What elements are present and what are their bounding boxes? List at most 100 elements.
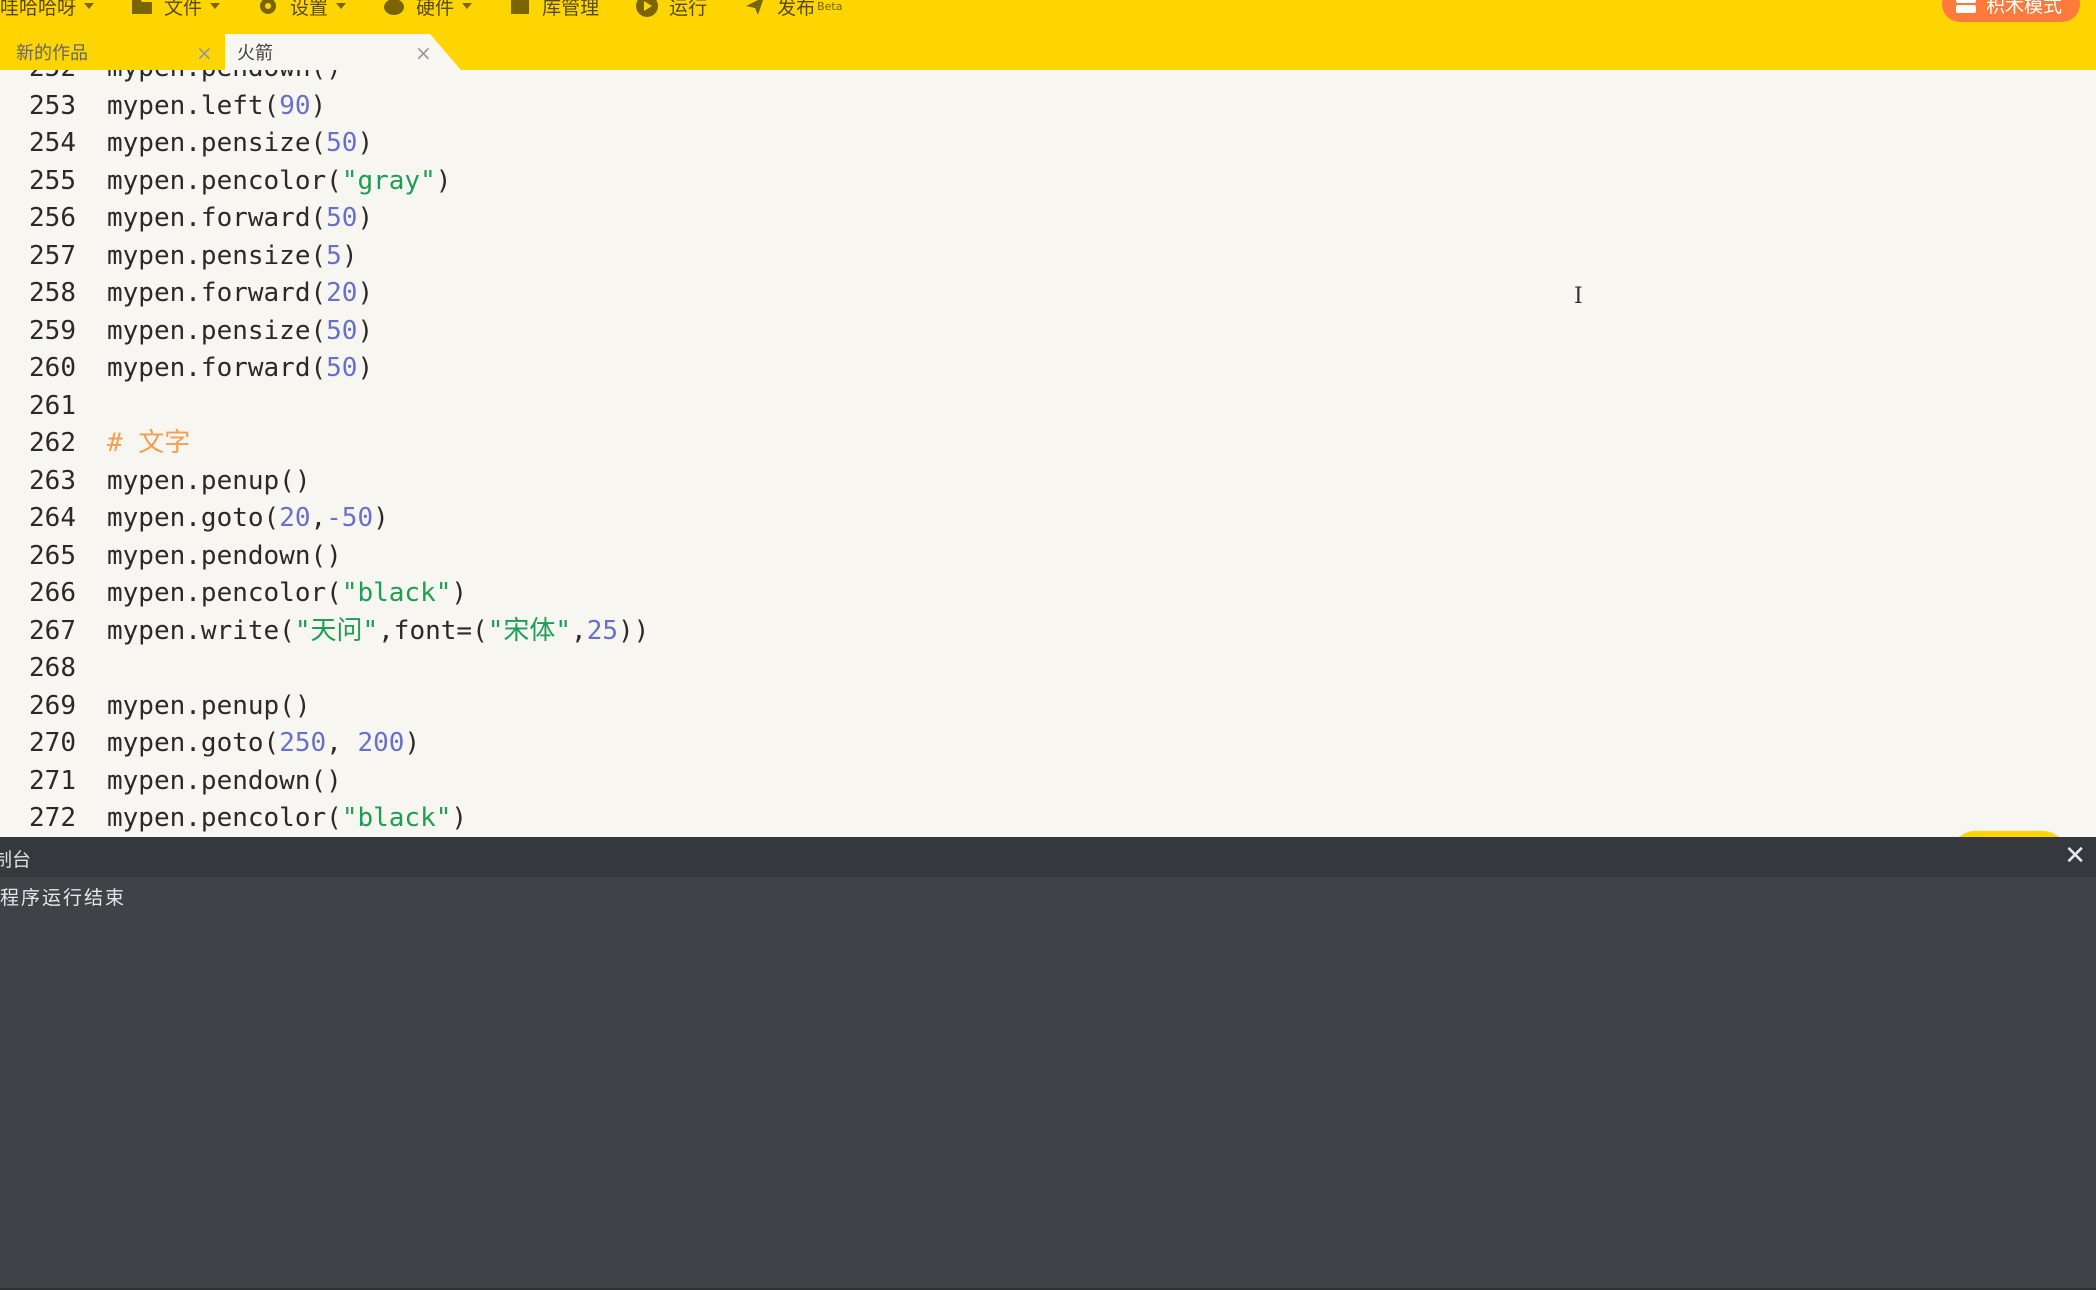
code-token: mypen.penup() [107, 690, 311, 721]
code-token: "black" [341, 578, 452, 608]
code-text: mypen.pencolor("gray") [107, 163, 451, 201]
code-token: , [326, 728, 358, 758]
library-icon [511, 0, 530, 14]
code-token: mypen.pendown() [107, 70, 342, 83]
chevron-down-icon [462, 3, 473, 9]
code-token: "天问" [294, 615, 379, 646]
code-line[interactable]: 263 mypen.penup() [0, 463, 2096, 501]
code-token: mypen.forward( [107, 203, 327, 233]
menu-user-label: 哇哈哈呀 [0, 0, 77, 19]
code-line[interactable]: 270 mypen.goto(250, 200) [0, 725, 2096, 763]
code-lines: 252mypen.pendown()253mypen.left(90)254my… [0, 70, 2096, 837]
line-number: 263 [29, 465, 76, 496]
file-tab-bar: 新的作品 × 火箭 × [0, 34, 700, 70]
block-mode-button[interactable]: 积木模式 [1941, 0, 2080, 22]
tab-new-work[interactable]: 新的作品 × [0, 34, 225, 70]
line-number: 252 [0, 70, 107, 88]
code-line[interactable]: 261 [0, 388, 2096, 426]
code-line[interactable]: 262 # 文字 [0, 425, 2096, 463]
chevron-down-icon [84, 3, 95, 9]
code-text: mypen.pensize(5) [107, 238, 357, 276]
code-line[interactable]: 257 mypen.pensize(5) [0, 238, 2096, 276]
menu-run-label: 运行 [669, 0, 708, 19]
code-line[interactable]: 267 mypen.write("天问",font=("宋体",25)) [0, 613, 2096, 651]
line-number: 262 [29, 428, 76, 458]
code-token: ) [404, 728, 421, 758]
line-number: 260 [29, 353, 76, 383]
code-text: mypen.pendown() [107, 538, 342, 576]
code-text: mypen.pendown() [107, 763, 342, 801]
code-line[interactable]: 256 mypen.forward(50) [0, 200, 2096, 238]
code-line[interactable]: 259 mypen.pensize(50) [0, 313, 2096, 351]
menu-user[interactable]: 哇哈哈呀 [0, 0, 95, 20]
code-line[interactable]: 264 mypen.goto(20,-50) [0, 500, 2096, 538]
text-cursor: I [1574, 284, 1583, 309]
code-token: # 文字 [107, 428, 191, 458]
line-number: 259 [29, 315, 76, 346]
code-line[interactable]: 272 mypen.pencolor("black") [0, 800, 2096, 837]
publish-icon [746, 0, 764, 15]
code-token: ) [435, 165, 452, 196]
blocks-icon [1955, 0, 1976, 13]
beta-badge: Beta [817, 0, 843, 13]
menu-settings[interactable]: 设置 [256, 0, 347, 20]
code-line[interactable]: 253 mypen.left(90) [0, 88, 2096, 126]
code-token: mypen.pencolor( [107, 803, 342, 833]
code-line[interactable]: 266 mypen.pencolor("black") [0, 575, 2096, 613]
code-token: "宋体" [487, 615, 572, 646]
code-text: mypen.forward(20) [107, 275, 373, 313]
code-text: mypen.pensize(50) [107, 313, 373, 351]
code-token: ) [357, 353, 374, 383]
close-icon[interactable]: × [196, 41, 213, 65]
code-line[interactable]: 254 mypen.pensize(50) [0, 125, 2096, 163]
code-text: # 文字 [107, 425, 190, 463]
code-text: mypen.pendown() [107, 70, 342, 88]
code-line[interactable]: 271 mypen.pendown() [0, 763, 2096, 801]
menu-file[interactable]: 文件 [130, 0, 221, 20]
line-number: 253 [29, 90, 76, 121]
line-number: 272 [29, 803, 76, 833]
gear-icon [260, 0, 277, 14]
code-token: mypen.pendown() [107, 765, 342, 796]
menu-run[interactable]: 运行 [635, 0, 707, 20]
menu-hardware[interactable]: 硬件 [382, 0, 473, 20]
console-panel: 控制台 ✕ 程序运行结束 [0, 837, 2096, 1290]
close-icon[interactable]: × [415, 41, 432, 65]
code-token: 50 [326, 128, 358, 158]
line-number: 269 [29, 690, 76, 721]
code-line[interactable]: 252mypen.pendown() [0, 70, 2096, 88]
code-line[interactable]: 269 mypen.penup() [0, 688, 2096, 726]
code-line[interactable]: 268 [0, 650, 2096, 688]
code-token: mypen.pencolor( [107, 165, 342, 196]
code-line[interactable]: 265 mypen.pendown() [0, 538, 2096, 576]
code-text: mypen.goto(250, 200) [107, 725, 420, 763]
code-line[interactable]: 255 mypen.pencolor("gray") [0, 163, 2096, 201]
code-token: , [310, 503, 327, 533]
code-token: "black" [341, 803, 452, 833]
code-token: -50 [326, 503, 374, 533]
menu-settings-label: 设置 [290, 0, 329, 19]
menu-publish[interactable]: 发布 Beta [743, 0, 842, 20]
tab-rocket[interactable]: 火箭 × [225, 34, 461, 70]
code-line[interactable]: 258 mypen.forward(20) [0, 275, 2096, 313]
code-token: mypen.penup() [107, 465, 311, 496]
code-editor[interactable]: 252mypen.pendown()253mypen.left(90)254my… [0, 70, 2096, 837]
top-header: 哇哈哈呀 文件 设置 硬件 库管理 运行 发布 Beta 积木模式 新的作品 ×… [0, 0, 2096, 70]
hardware-icon [384, 0, 405, 15]
code-token: mypen.write( [107, 615, 295, 646]
console-title-text: 控制台 [0, 849, 32, 871]
code-token: mypen.forward( [107, 353, 327, 383]
code-token: ) [451, 578, 468, 608]
code-token: ) [357, 315, 374, 346]
code-text: mypen.pencolor("black") [107, 575, 467, 613]
code-token: ) [357, 278, 374, 308]
close-icon[interactable]: ✕ [2064, 841, 2086, 871]
menu-publish-label: 发布 [777, 0, 816, 19]
code-token: mypen.goto( [107, 728, 280, 758]
line-number: 270 [29, 728, 76, 758]
code-text: mypen.forward(50) [107, 350, 373, 388]
code-token: mypen.forward( [107, 278, 327, 308]
code-line[interactable]: 260 mypen.forward(50) [0, 350, 2096, 388]
menu-hardware-label: 硬件 [416, 0, 455, 19]
menu-library[interactable]: 库管理 [508, 0, 599, 20]
